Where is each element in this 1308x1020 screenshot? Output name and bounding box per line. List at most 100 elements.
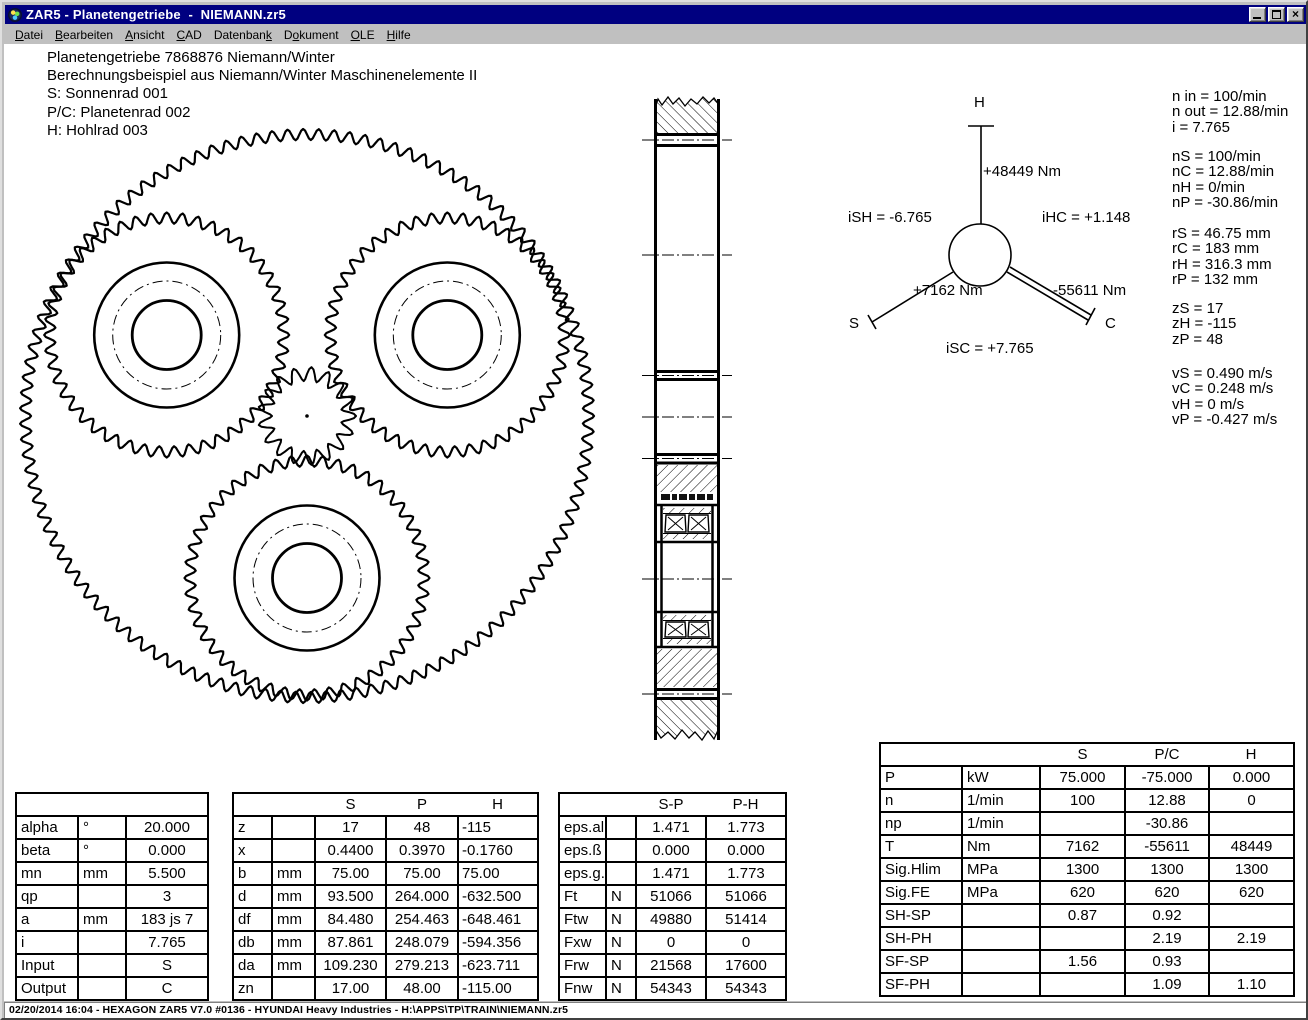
header-line: Berechnungsbeispiel aus Niemann/Winter M… [47,67,477,85]
maximize-button[interactable] [1268,7,1285,22]
diagram-label-ratio-hc: iHC = +1.148 [1042,209,1130,226]
header-cell [962,743,1040,766]
table-row: TNm7162-5561148449 [880,835,1294,858]
mesh-table: S-PP-Heps.al.1.4711.773eps.ß0.0000.000ep… [558,792,787,1001]
table-row: Sig.FEMPa620620620 [880,881,1294,904]
value-cell: S [126,954,208,977]
table-row: i7.765 [16,931,208,954]
titlebar[interactable]: ZAR5 - Planetengetriebe - NIEMANN.zr5 × [5,5,1307,24]
table-row: FtwN4988051414 [559,908,786,931]
row-unit: N [606,885,636,908]
minimize-button[interactable] [1249,7,1266,22]
row-label: n [880,789,962,812]
row-unit: 1/min [962,812,1040,835]
row-label: d [233,885,272,908]
value-cell: -632.500 [458,885,538,908]
row-label: eps.al. [559,816,606,839]
row-unit [962,950,1040,973]
menu-dokument[interactable]: Dokument [278,27,345,43]
diagram-label-ratio-sc: iSC = +7.765 [946,340,1034,357]
value-cell: 87.861 [315,931,386,954]
column-header: H [458,793,538,816]
row-label: eps.g. [559,862,606,885]
menu-ole[interactable]: OLE [345,27,381,43]
diagram-label-torque-h: +48449 Nm [983,163,1061,180]
parameters-table: alpha°20.000beta°0.000mnmm5.500qp3amm183… [15,792,209,1001]
value-cell: 0.92 [1125,904,1209,927]
value-cell: -594.356 [458,931,538,954]
value-cell: 0.000 [706,839,786,862]
menu-datei[interactable]: Datei [9,27,49,43]
value-cell [1209,950,1294,973]
row-label: SH-PH [880,927,962,950]
value-cell: 100 [1040,789,1125,812]
value-cell [1209,812,1294,835]
row-label: x [233,839,272,862]
result-line: nC = 12.88/min [1172,164,1278,179]
row-label: SF-PH [880,973,962,996]
value-cell: -75.000 [1125,766,1209,789]
value-cell: -115.00 [458,977,538,1000]
row-label: eps.ß [559,839,606,862]
table-row: beta°0.000 [16,839,208,862]
value-cell: 51414 [706,908,786,931]
table-row: FrwN2156817600 [559,954,786,977]
row-label: zn [233,977,272,1000]
results-group: vS = 0.490 m/svC = 0.248 m/svH = 0 m/svP… [1172,366,1277,428]
diagram-label-torque-c: -55611 Nm [1053,282,1126,299]
row-unit [272,977,315,1000]
value-cell: 0.93 [1125,950,1209,973]
row-unit: mm [272,862,315,885]
value-cell [1209,904,1294,927]
table-row: SH-SP0.870.92 [880,904,1294,927]
value-cell: 279.213 [386,954,458,977]
value-cell: C [126,977,208,1000]
row-label: a [16,908,78,931]
close-button[interactable]: × [1287,7,1304,22]
row-label: Input [16,954,78,977]
result-line: rC = 183 mm [1172,241,1272,256]
row-unit: ° [78,839,126,862]
value-cell: 254.463 [386,908,458,931]
result-line: rS = 46.75 mm [1172,226,1272,241]
diagram-label-torque-s: +7162 Nm [913,282,983,299]
results-group: nS = 100/minnC = 12.88/minnH = 0/minnP =… [1172,149,1278,211]
menu-bearbeiten[interactable]: Bearbeiten [49,27,119,43]
value-cell: 0.000 [1209,766,1294,789]
close-icon: × [1288,8,1303,21]
column-header: S [1040,743,1125,766]
value-cell: -115 [458,816,538,839]
diagram-label-node-h: H [974,94,985,111]
header-line: Planetengetriebe 7868876 Niemann/Winter [47,49,477,67]
menu-cad[interactable]: CAD [170,27,207,43]
value-cell: 1.773 [706,862,786,885]
row-unit [272,839,315,862]
value-cell: 620 [1040,881,1125,904]
value-cell: 2.19 [1125,927,1209,950]
value-cell: 109.230 [315,954,386,977]
row-label: alpha [16,816,78,839]
results-group: n in = 100/minn out = 12.88/mini = 7.765 [1172,89,1288,135]
header-cell [233,793,272,816]
menu-ansicht[interactable]: Ansicht [119,27,170,43]
table-row: Input S [16,954,208,977]
row-label: Ftw [559,908,606,931]
row-unit [78,931,126,954]
column-header: S-P [636,793,706,816]
column-header: P-H [706,793,786,816]
table-row: eps.g.1.4711.773 [559,862,786,885]
result-line: rH = 316.3 mm [1172,257,1272,272]
column-header: H [1209,743,1294,766]
row-label: i [16,931,78,954]
table-row: dfmm84.480254.463-648.461 [233,908,538,931]
table-row: n1/min10012.880 [880,789,1294,812]
menubar: DateiBearbeitenAnsichtCADDatenbankDokume… [5,26,1307,43]
table-row: amm183 js 7 [16,908,208,931]
value-cell: 0.87 [1040,904,1125,927]
value-cell: 51066 [706,885,786,908]
menu-datenbank[interactable]: Datenbank [208,27,278,43]
result-line: zP = 48 [1172,332,1236,347]
menu-hilfe[interactable]: Hilfe [381,27,417,43]
header-cell [78,793,126,816]
value-cell: 48449 [1209,835,1294,858]
